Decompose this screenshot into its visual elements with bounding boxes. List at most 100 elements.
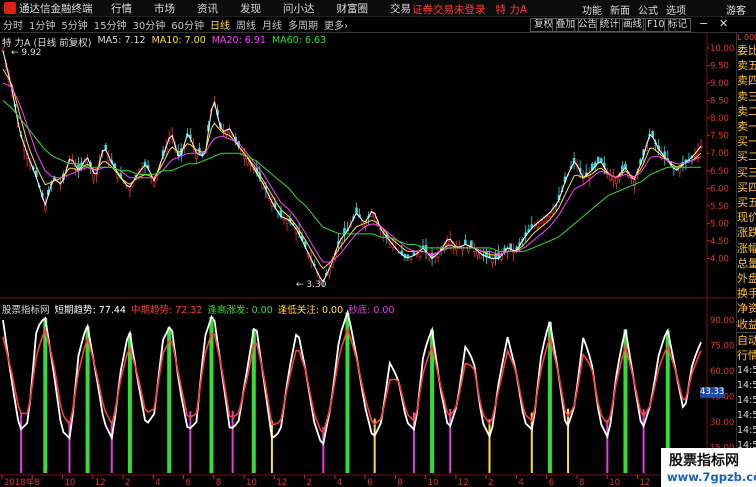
price-axis-label: 9.00 xyxy=(710,79,729,89)
legend-short-trend: 短期趋势: 77.44 xyxy=(54,305,126,316)
side-row-label: 收益 xyxy=(737,317,756,331)
draw-line-button[interactable]: 画线 xyxy=(619,18,647,32)
price-axis-label: 9.50 xyxy=(710,62,729,72)
candle-body xyxy=(491,258,494,264)
low-signal-bar xyxy=(231,410,234,473)
low-signal-bar xyxy=(20,412,23,473)
menu-item-news[interactable]: 资讯 xyxy=(191,1,224,16)
price-axis-label: 5.00 xyxy=(710,219,729,229)
app-title: 通达信金融终端 xyxy=(19,2,93,15)
tab-15min[interactable]: 15分钟 xyxy=(91,17,130,32)
period-toolbar: 分时 1分钟 5分钟 15分钟 30分钟 60分钟 日线 周线 月线 多周期 更… xyxy=(0,17,756,33)
tick-time: 14:56 xyxy=(737,425,756,437)
time-axis-label: 8 xyxy=(216,478,221,487)
main-chart-legend: 特 力A (日线 前复权) MA5: 7.12 MA10: 7.00 MA20:… xyxy=(2,35,326,49)
menu-item-new-page[interactable]: 新面 xyxy=(610,2,630,17)
quote-side-panel: L 000025 委比卖五卖四卖三卖二卖一买一买二买三买四买五现价涨跌涨幅总量外… xyxy=(736,33,756,487)
time-axis-label: 4 xyxy=(155,478,160,487)
side-row-label: 卖二 xyxy=(737,104,756,118)
indicator-line-1 xyxy=(2,326,702,435)
tab-multi-period[interactable]: 多周期 xyxy=(285,17,321,32)
app-logo-icon xyxy=(4,2,16,14)
tab-60min[interactable]: 60分钟 xyxy=(168,17,207,32)
low-signal-bar xyxy=(567,408,570,473)
close-icon[interactable]: ✕ xyxy=(716,18,731,32)
ma60-legend: MA60: 6.63 xyxy=(271,35,327,46)
side-row-label: 涨跌 xyxy=(737,226,756,240)
low-signal-bar xyxy=(606,419,609,473)
watermark-logo: 股票指标网 www.7gpzb.com xyxy=(661,448,756,487)
candle-body xyxy=(464,239,467,245)
tab-daily[interactable]: 日线 xyxy=(207,17,233,32)
indicator-axis-label: 90.00 xyxy=(710,316,734,326)
price-axis-label: 7.50 xyxy=(710,132,729,142)
side-row-label: 卖一 xyxy=(737,120,756,134)
tab-5min[interactable]: 5分钟 xyxy=(58,17,90,32)
price-axis-label: 8.00 xyxy=(710,114,729,124)
price-axis-label: 4.50 xyxy=(710,237,729,247)
legend-low-signal: 逢低关注: 0.00 xyxy=(277,305,344,316)
auto-section-label[interactable]: 自动 xyxy=(737,331,756,348)
candle-body xyxy=(467,245,470,252)
side-row-label: 现价 xyxy=(737,211,756,225)
tab-weekly[interactable]: 周线 xyxy=(233,17,259,32)
menu-item-exchange[interactable]: 市场 xyxy=(148,1,181,16)
time-axis-label: 8 xyxy=(397,478,402,487)
tick-time: 14:56 xyxy=(737,380,756,392)
time-axis-label: 6 xyxy=(549,478,554,487)
ma5-legend: MA5: 7.12 xyxy=(97,35,146,46)
high-price-annotation: ← 9.92 xyxy=(11,48,41,58)
kline-chart[interactable]: 10.00 9.50 9.00 8.50 8.00 7.50 7.00 6.50 6.00 5.5… xyxy=(0,33,736,487)
tab-30min[interactable]: 30分钟 xyxy=(129,17,168,32)
low-signal-bar xyxy=(189,411,192,473)
menu-item-discover[interactable]: 发现 xyxy=(234,1,267,16)
price-axis-label: 5.50 xyxy=(710,202,729,212)
guest-label[interactable]: 游客 xyxy=(726,2,746,17)
low-price-annotation: ← 3.30 xyxy=(296,280,327,290)
minimize-icon[interactable]: − xyxy=(696,18,711,32)
ma20-legend: MA20: 6.91 xyxy=(211,35,266,46)
login-alert[interactable]: 证券交易未登录 特 力A xyxy=(412,2,527,17)
ma10-legend: MA10: 7.00 xyxy=(151,35,206,46)
side-row-label: 净资 xyxy=(737,302,756,316)
mark-button[interactable]: 标记 xyxy=(664,18,692,32)
legend-high-signal: 逢高涨发: 0.00 xyxy=(207,305,273,316)
high-signal-bar xyxy=(345,312,350,473)
tab-more[interactable]: 更多› xyxy=(321,17,351,32)
tab-monthly[interactable]: 月线 xyxy=(259,17,285,32)
indicator-lines-layer xyxy=(2,309,702,446)
time-axis-label: 12 xyxy=(276,478,287,487)
menu-item-market[interactable]: 行情 xyxy=(105,1,138,16)
high-signal-bar xyxy=(167,327,172,473)
time-axis-label: 2 xyxy=(125,478,130,487)
watermark-url: www.7gpzb.com xyxy=(667,470,756,484)
high-signal-bar xyxy=(43,318,48,473)
time-axis-label: 2 xyxy=(488,478,493,487)
ma-line-3 xyxy=(2,100,701,252)
tick-time: 14:56 xyxy=(737,365,756,377)
candle-body xyxy=(599,158,603,163)
menu-item-ask[interactable]: 问小达 xyxy=(277,1,321,16)
chart-title: 特 力A (日线 前复权) xyxy=(2,38,92,49)
tab-1min[interactable]: 1分钟 xyxy=(26,17,58,32)
menu-item-wealth[interactable]: 财富圈 xyxy=(331,1,375,16)
stock-code: L 000025 xyxy=(737,33,756,42)
quote-tab-label[interactable]: 行情 xyxy=(737,348,756,363)
candle-body xyxy=(596,157,600,163)
menu-item-function[interactable]: 功能 xyxy=(582,2,602,17)
menu-item-options[interactable]: 选项 xyxy=(666,2,686,17)
side-row-label: 卖四 xyxy=(737,74,756,88)
side-row-label: 买五 xyxy=(737,196,756,210)
time-axis-label: 10 xyxy=(65,478,76,487)
candle-body xyxy=(92,172,95,180)
menu-item-formula[interactable]: 公式 xyxy=(638,2,658,17)
candle-body xyxy=(470,240,473,248)
indicator-axis-label: 75.00 xyxy=(710,342,734,352)
tick-time: 14:56 xyxy=(737,395,756,407)
low-signal-bar xyxy=(373,418,376,473)
time-axis-label: 2 xyxy=(307,478,312,487)
price-axis-label: 10.00 xyxy=(710,44,734,54)
tick-time: 14:56 xyxy=(737,410,756,422)
time-axis-label: 10 xyxy=(246,478,257,487)
tab-timeshare[interactable]: 分时 xyxy=(0,17,26,32)
